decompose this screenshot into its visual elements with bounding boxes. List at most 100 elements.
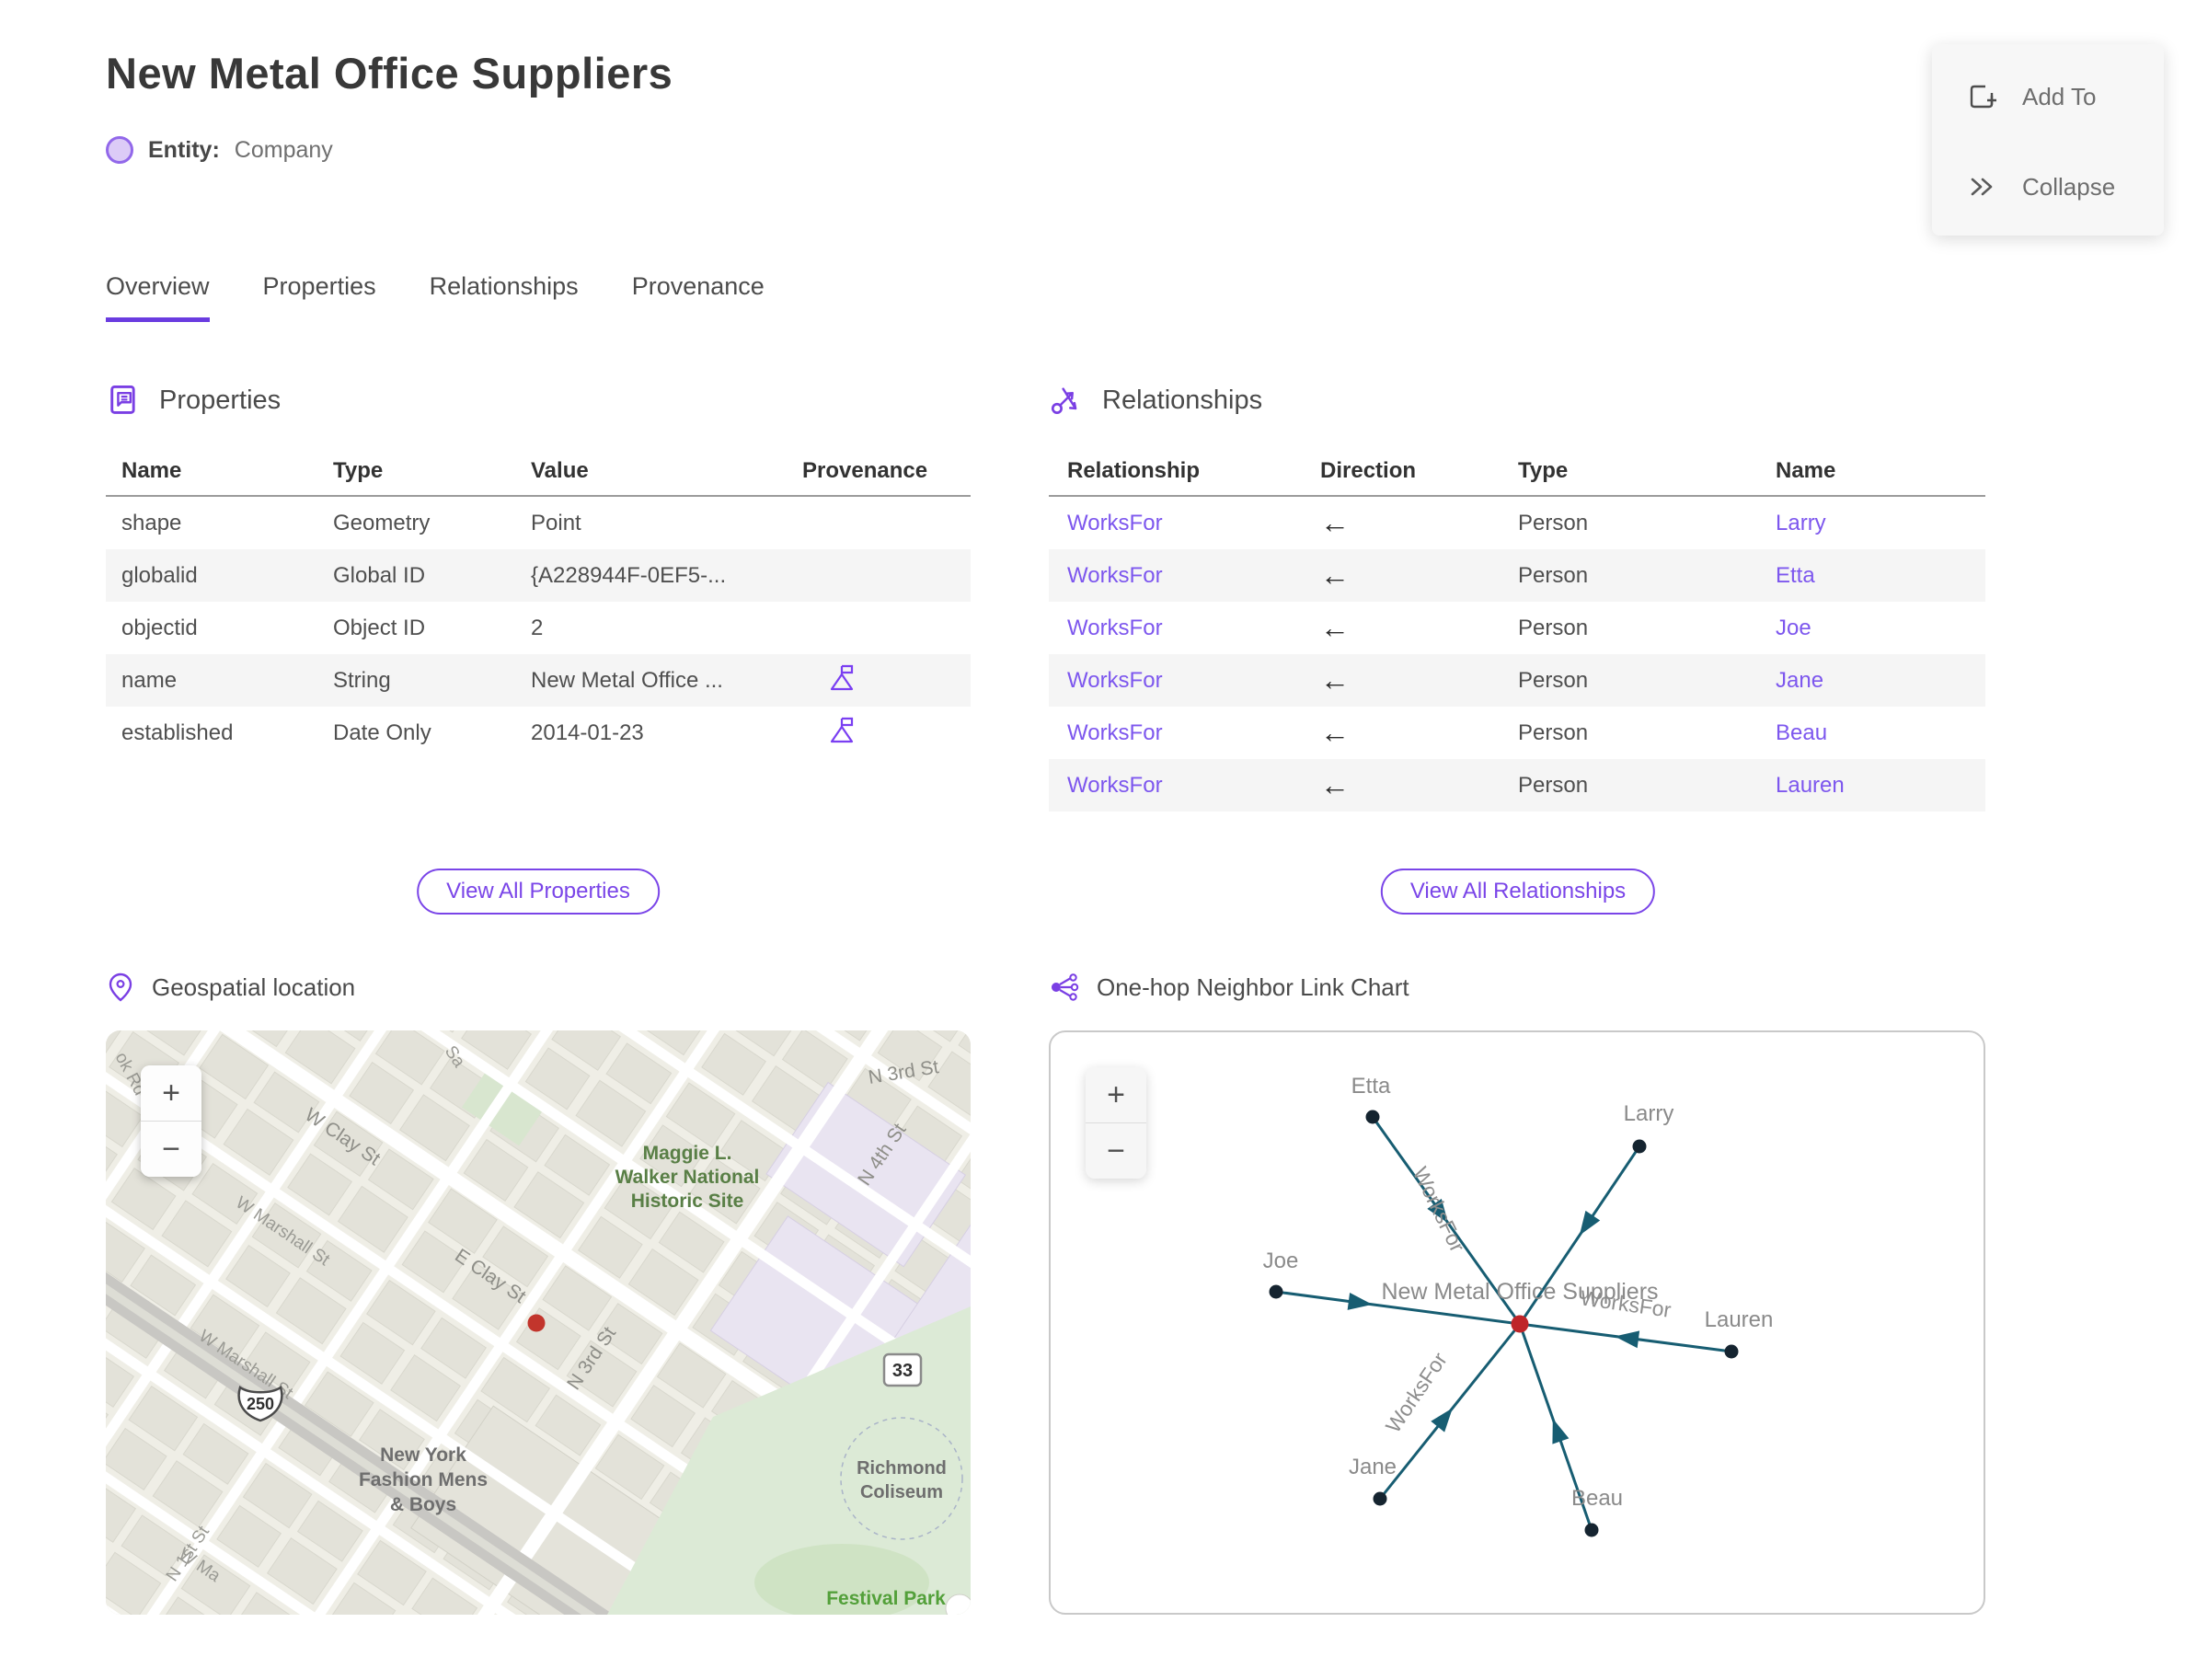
person-node[interactable]: [1269, 1284, 1283, 1299]
chevrons-right-icon: [1971, 178, 1993, 196]
col-value: Value: [531, 458, 589, 483]
edge-arrowhead: [1615, 1330, 1640, 1349]
entity-type-icon: [106, 136, 133, 164]
direction-arrow: ←: [1320, 768, 1350, 801]
person-node[interactable]: [1724, 1344, 1739, 1359]
properties-table: Name Type Value Provenance shape Geometr…: [106, 447, 971, 759]
add-to-icon: [1970, 85, 1996, 109]
col-name: Name: [1776, 458, 1836, 483]
table-row: shape Geometry Point: [121, 510, 581, 535]
col-type: Type: [1518, 458, 1569, 483]
properties-section-title: Properties: [159, 385, 282, 415]
relationships-section-header: Relationships: [1049, 383, 1262, 418]
tab-overview[interactable]: Overview: [106, 272, 210, 322]
poi-label: & Boys: [390, 1494, 456, 1515]
person-node[interactable]: [1373, 1491, 1387, 1506]
center-node[interactable]: [1511, 1315, 1529, 1333]
properties-icon: [110, 385, 135, 414]
poi-label: Fashion Mens: [359, 1469, 488, 1490]
zoom-out-button[interactable]: −: [1086, 1122, 1146, 1179]
direction-arrow: ←: [1320, 716, 1350, 749]
node-label: Larry: [1624, 1101, 1674, 1126]
geospatial-section-header: Geospatial location: [106, 972, 355, 1003]
properties-table-header: Name Type Value Provenance: [106, 447, 971, 497]
view-all-properties-button[interactable]: View All Properties: [417, 869, 660, 915]
poi-label: Richmond: [857, 1458, 947, 1479]
provenance-flag-icon[interactable]: [828, 662, 856, 692]
geospatial-section-title: Geospatial location: [152, 972, 356, 1001]
edge-arrowhead: [1579, 1210, 1601, 1236]
relationship-link[interactable]: WorksFor: [1067, 720, 1320, 746]
link-chart-canvas[interactable]: WorksForWorksForWorksForEttaLarryJoeLaur…: [1051, 1032, 1984, 1613]
map-canvas[interactable]: W Clay St W Marshall St W Marshall St W …: [106, 1030, 971, 1615]
col-relationship: Relationship: [1067, 458, 1201, 483]
tab-relationships[interactable]: Relationships: [430, 272, 579, 322]
relationship-link[interactable]: WorksFor: [1067, 668, 1320, 694]
relationship-link[interactable]: WorksFor: [1067, 511, 1320, 536]
linkchart-section-header: One-hop Neighbor Link Chart: [1049, 972, 1409, 1003]
edge-label: WorksFor: [1409, 1163, 1470, 1256]
poi-label: Festival Park: [826, 1588, 946, 1609]
entity-link[interactable]: Lauren: [1776, 773, 1985, 799]
linkchart-section-title: One-hop Neighbor Link Chart: [1097, 972, 1409, 1001]
route-shield-33: 33: [882, 1352, 923, 1387]
table-row: WorksFor ← Person Larry: [1049, 497, 1985, 549]
view-all-relationships-button[interactable]: View All Relationships: [1380, 869, 1656, 915]
entity-link[interactable]: Etta: [1776, 563, 1985, 589]
entity-link[interactable]: Joe: [1776, 616, 1985, 641]
edge-arrowhead: [1552, 1418, 1570, 1444]
relationship-link[interactable]: WorksFor: [1067, 616, 1320, 641]
direction-arrow: ←: [1320, 506, 1350, 539]
page-title: New Metal Office Suppliers: [106, 49, 673, 98]
relationships-table: Relationship Direction Type Name WorksFo…: [1049, 447, 1985, 811]
node-label: Joe: [1263, 1248, 1299, 1273]
tab-bar: Overview Properties Relationships Proven…: [106, 272, 765, 322]
edge-arrowhead: [1347, 1292, 1373, 1310]
node-label: Lauren: [1705, 1307, 1774, 1332]
node-label: Etta: [1351, 1074, 1391, 1099]
table-row: WorksFor ← Person Etta: [1049, 549, 1985, 602]
entity-type-value: Company: [234, 136, 333, 163]
direction-arrow: ←: [1320, 558, 1350, 592]
table-row: WorksFor ← Person Lauren: [1049, 759, 1985, 811]
chart-zoom-control: + −: [1086, 1067, 1146, 1179]
poi-label: Maggie L.: [643, 1143, 732, 1164]
person-node[interactable]: [1365, 1110, 1380, 1124]
relationships-table-header: Relationship Direction Type Name: [1049, 447, 1985, 497]
tab-properties[interactable]: Properties: [263, 272, 376, 322]
person-node[interactable]: [1584, 1523, 1599, 1537]
add-to-button[interactable]: Add To: [1965, 72, 2164, 121]
table-row: established Date Only 2014-01-23: [106, 707, 971, 759]
entity-type-row: Entity: Company: [106, 136, 333, 164]
direction-arrow: ←: [1320, 611, 1350, 644]
poi-label: Walker National: [615, 1167, 760, 1188]
map-zoom-control: + −: [141, 1065, 201, 1177]
svg-text:33: 33: [892, 1361, 913, 1381]
entity-link[interactable]: Larry: [1776, 511, 1985, 536]
relationship-link[interactable]: WorksFor: [1067, 563, 1320, 589]
location-marker[interactable]: [527, 1314, 546, 1332]
edge-arrowhead: [1431, 1408, 1453, 1433]
tab-provenance[interactable]: Provenance: [632, 272, 765, 322]
table-row: WorksFor ← Person Joe: [1049, 602, 1985, 654]
relationships-section-title: Relationships: [1102, 385, 1263, 415]
zoom-in-button[interactable]: +: [1086, 1067, 1146, 1122]
zoom-in-button[interactable]: +: [141, 1065, 201, 1121]
table-row: name String New Metal Office ...: [106, 654, 971, 707]
col-type: Type: [333, 458, 384, 483]
table-row: globalid Global ID {A228944F-0EF5-...: [106, 549, 971, 602]
entity-link[interactable]: Jane: [1776, 668, 1985, 694]
col-provenance: Provenance: [802, 458, 928, 483]
provenance-flag-icon[interactable]: [828, 715, 856, 744]
map-pin-icon: [109, 972, 132, 1002]
entity-detail-page: New Metal Office Suppliers Entity: Compa…: [0, 0, 2208, 1680]
one-hop-link-chart[interactable]: WorksFor WorksFor WorksFor Etta Larry Joe Laur…: [1049, 1030, 1985, 1615]
collapse-button[interactable]: Collapse: [1965, 162, 2164, 212]
entity-link[interactable]: Beau: [1776, 720, 1985, 746]
relationship-link[interactable]: WorksFor: [1067, 773, 1320, 799]
zoom-out-button[interactable]: −: [141, 1121, 201, 1177]
properties-section-header: Properties: [106, 383, 281, 418]
entity-label: Entity:: [148, 136, 220, 163]
geospatial-map[interactable]: W Clay St W Marshall St W Marshall St W …: [106, 1030, 971, 1615]
person-node[interactable]: [1632, 1139, 1647, 1154]
